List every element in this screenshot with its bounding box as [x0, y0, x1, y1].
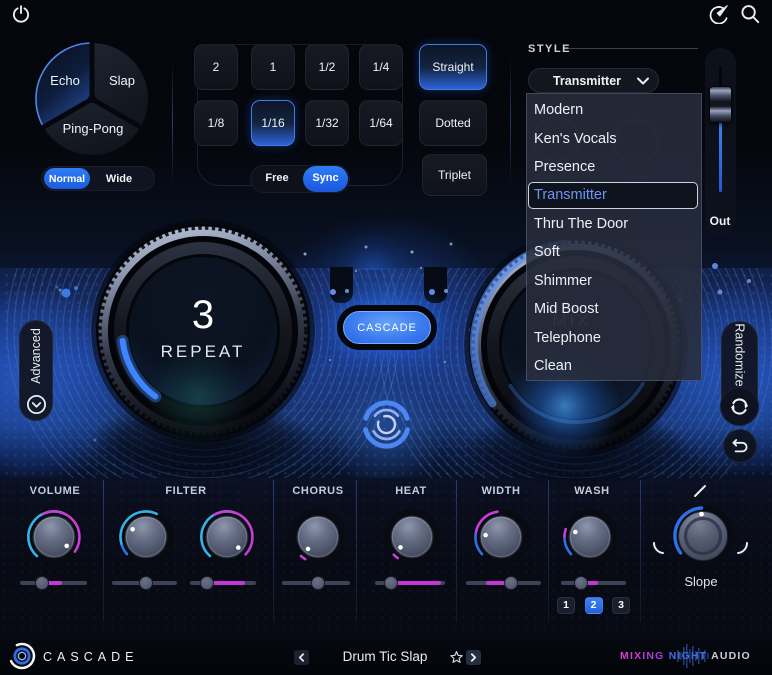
- svg-text:3: 3: [192, 293, 214, 337]
- svg-text:REPEAT: REPEAT: [161, 342, 246, 361]
